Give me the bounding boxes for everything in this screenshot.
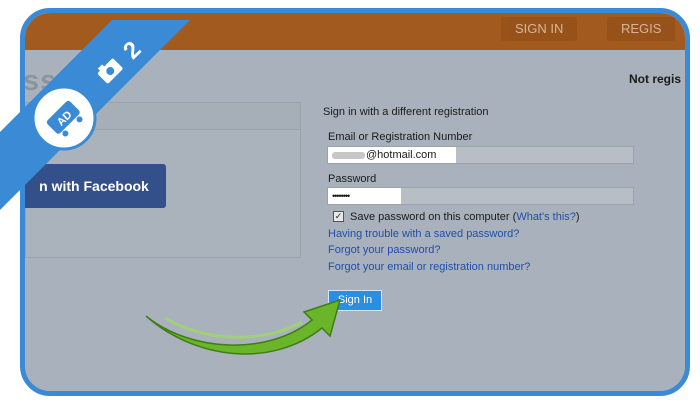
step-badge: AD 2 <box>0 20 190 210</box>
green-arrow-highlight <box>164 316 303 339</box>
green-arrow-icon <box>145 298 342 355</box>
